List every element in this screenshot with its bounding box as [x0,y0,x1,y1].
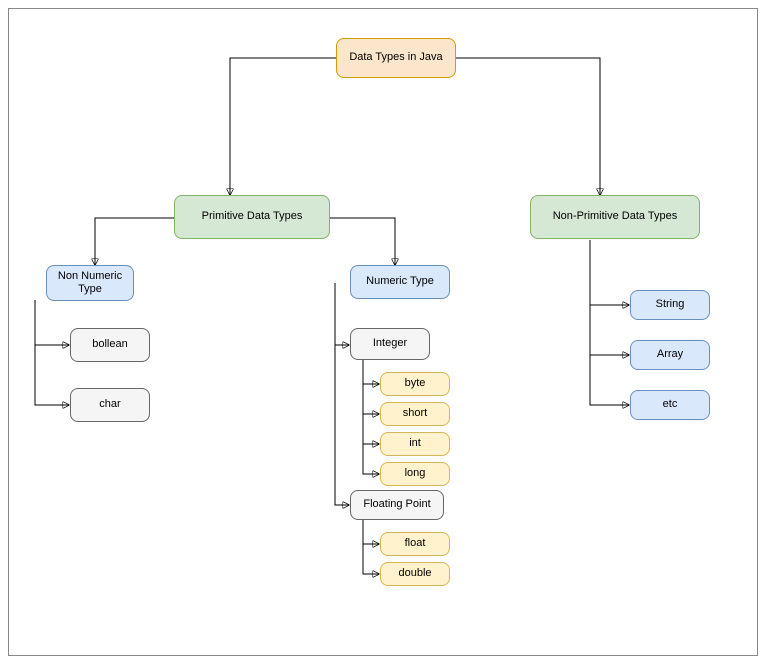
node-root: Data Types in Java [336,38,456,78]
node-double: double [380,562,450,586]
node-integer: Integer [350,328,430,360]
node-etc: etc [630,390,710,420]
node-short: short [380,402,450,426]
node-boolean: bollean [70,328,150,362]
node-long: long [380,462,450,486]
node-numeric: Numeric Type [350,265,450,299]
node-float: float [380,532,450,556]
node-array: Array [630,340,710,370]
node-char: char [70,388,150,422]
node-floating: Floating Point [350,490,444,520]
node-primitive: Primitive Data Types [174,195,330,239]
node-int: int [380,432,450,456]
node-non-numeric: Non Numeric Type [46,265,134,301]
node-byte: byte [380,372,450,396]
node-string: String [630,290,710,320]
node-non-primitive: Non-Primitive Data Types [530,195,700,239]
